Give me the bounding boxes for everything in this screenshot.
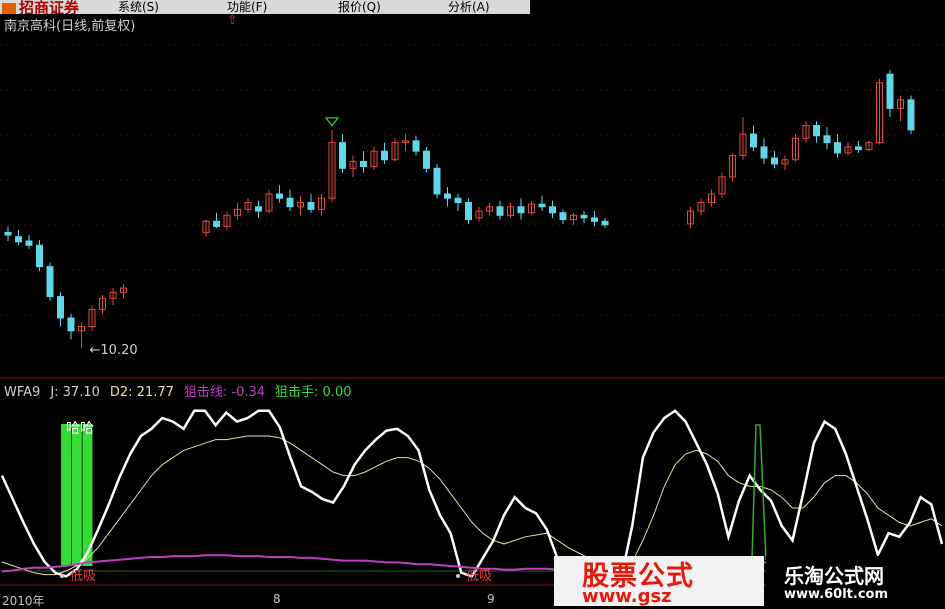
candle-body <box>855 146 862 150</box>
signal-arrow-icon <box>324 117 340 127</box>
watermark-brand: 股票公式 www.gsz <box>554 556 764 607</box>
candle-body <box>601 220 609 226</box>
candle-body <box>549 206 556 214</box>
x-axis-label-2010: 2010年 <box>2 594 45 608</box>
candle-body <box>465 202 472 221</box>
candle-body <box>255 206 262 212</box>
candle-body <box>360 160 367 168</box>
candle-body <box>559 212 567 221</box>
candle-body <box>412 140 420 152</box>
dixi-label: 低吸 <box>70 569 96 584</box>
candle-body <box>444 193 451 199</box>
signal-bar <box>61 424 72 566</box>
candle-body <box>496 206 504 216</box>
signal-bar <box>71 424 82 566</box>
candle-body <box>46 266 54 298</box>
candle-body <box>834 142 841 154</box>
candle-body <box>886 73 894 109</box>
low-price-label: ←10.20 <box>90 343 138 358</box>
watermark-site: 乐淘公式网 www.60lt.com <box>766 556 945 609</box>
candle-body <box>15 236 22 243</box>
candle-body <box>4 231 12 236</box>
candle-body <box>36 244 43 268</box>
watermark-brand-url: www.gsz <box>582 586 672 607</box>
candle-body <box>591 217 598 222</box>
dixi-label: 低吸 <box>466 569 492 584</box>
candle-body <box>907 99 915 131</box>
candle-body <box>423 150 430 169</box>
candle-body <box>25 240 33 246</box>
candle-body <box>580 214 588 219</box>
candle-body <box>307 202 315 210</box>
indicator-j-value: J: 37.10 <box>50 385 100 400</box>
candle-body <box>213 220 220 227</box>
candle-body <box>276 193 283 199</box>
x-axis-label-9: 9 <box>487 592 495 606</box>
indicator-name: WFA9 <box>4 385 41 400</box>
stock-chart-canvas[interactable]: ←10.20 哈哈低吸 低吸 <box>0 0 945 609</box>
candle-body <box>286 197 294 208</box>
indicator-d2-value: D2: 21.77 <box>109 385 174 400</box>
candle-body <box>760 146 768 159</box>
candle-body <box>454 197 462 203</box>
haha-label: 哈哈 <box>66 421 94 437</box>
j-line <box>0 409 944 578</box>
watermark-site-url: www.60lt.com <box>784 587 889 602</box>
candle-body <box>57 296 64 319</box>
candle-body <box>813 125 820 137</box>
dixi-dot <box>60 574 64 578</box>
candle-body <box>433 167 441 195</box>
candlestick-series: ←10.20 <box>4 69 915 358</box>
candle-body <box>67 317 75 332</box>
candle-body <box>771 157 778 165</box>
dixi-dot <box>456 574 460 578</box>
x-axis-label-8: 8 <box>273 592 281 606</box>
indicator-header[interactable]: WFA9 J: 37.10 D2: 21.77 狙击线: -0.34 狙击手: 0.00 <box>4 381 362 400</box>
candle-body <box>750 133 757 148</box>
indicator-line1-value: 狙击线: -0.34 <box>183 385 266 400</box>
candle-body <box>538 203 546 208</box>
indicator-lines <box>0 409 944 578</box>
candle-body <box>339 142 346 169</box>
indicator-line2-value: 狙击手: 0.00 <box>275 385 352 400</box>
candle-body <box>823 135 831 144</box>
candle-body <box>517 206 525 214</box>
candle-body <box>381 150 388 161</box>
watermark-site-name: 乐淘公式网 <box>784 564 884 588</box>
